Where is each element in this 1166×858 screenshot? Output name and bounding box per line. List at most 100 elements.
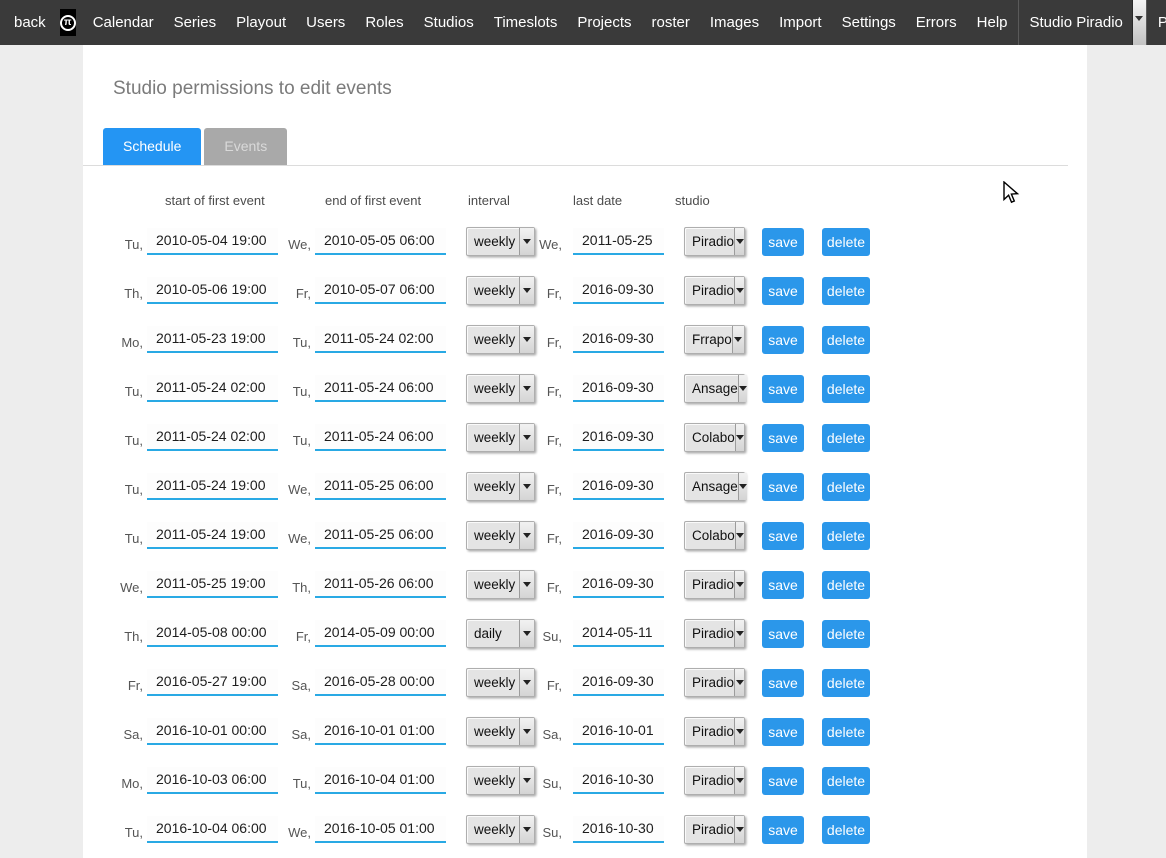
delete-button[interactable]: delete (822, 473, 870, 501)
end-datetime-input[interactable] (315, 620, 446, 647)
save-button[interactable]: save (762, 571, 804, 599)
save-button[interactable]: save (762, 816, 804, 844)
interval-select[interactable]: weekly (466, 276, 535, 305)
end-datetime-input[interactable] (315, 228, 446, 255)
start-datetime-input[interactable] (147, 277, 278, 304)
chevron-down-icon[interactable] (738, 375, 747, 402)
app-logo[interactable]: π (60, 9, 76, 36)
save-button[interactable]: save (762, 669, 804, 697)
last-date-input[interactable] (573, 620, 664, 647)
studio-select[interactable]: Piradio (684, 668, 745, 697)
start-datetime-input[interactable] (147, 228, 278, 255)
studio-select[interactable]: Colabo (684, 423, 745, 452)
end-datetime-input[interactable] (315, 326, 446, 353)
studio-select[interactable]: Piradio (684, 815, 745, 844)
studio-select[interactable]: Piradio (684, 766, 745, 795)
last-date-input[interactable] (573, 277, 664, 304)
last-date-input[interactable] (573, 522, 664, 549)
start-datetime-input[interactable] (147, 816, 278, 843)
delete-button[interactable]: delete (822, 522, 870, 550)
interval-select[interactable]: daily (466, 619, 535, 648)
interval-select[interactable]: weekly (466, 668, 535, 697)
delete-button[interactable]: delete (822, 277, 870, 305)
chevron-down-icon[interactable] (734, 277, 744, 304)
chevron-down-icon[interactable] (519, 767, 534, 794)
chevron-down-icon[interactable] (519, 816, 534, 843)
end-datetime-input[interactable] (315, 669, 446, 696)
last-date-input[interactable] (573, 375, 664, 402)
end-datetime-input[interactable] (315, 473, 446, 500)
save-button[interactable]: save (762, 718, 804, 746)
save-button[interactable]: save (762, 473, 804, 501)
start-datetime-input[interactable] (147, 718, 278, 745)
chevron-down-icon[interactable] (734, 228, 744, 255)
project-select-dropdown[interactable]: Project 88vier (1146, 0, 1166, 45)
start-datetime-input[interactable] (147, 473, 278, 500)
delete-button[interactable]: delete (822, 228, 870, 256)
chevron-down-icon[interactable] (735, 522, 744, 549)
end-datetime-input[interactable] (315, 718, 446, 745)
start-datetime-input[interactable] (147, 620, 278, 647)
chevron-down-icon[interactable] (519, 620, 534, 647)
start-datetime-input[interactable] (147, 522, 278, 549)
interval-select[interactable]: weekly (466, 766, 535, 795)
chevron-down-icon[interactable] (734, 816, 744, 843)
save-button[interactable]: save (762, 620, 804, 648)
nav-item-back[interactable]: back (0, 0, 57, 45)
interval-select[interactable]: weekly (466, 472, 535, 501)
chevron-down-icon[interactable] (519, 326, 534, 353)
studio-select[interactable]: Piradio (684, 276, 745, 305)
nav-item-calendar[interactable]: Calendar (83, 0, 164, 45)
nav-item-help[interactable]: Help (967, 0, 1018, 45)
interval-select[interactable]: weekly (466, 521, 535, 550)
interval-select[interactable]: weekly (466, 374, 535, 403)
chevron-down-icon[interactable] (735, 424, 744, 451)
nav-item-projects[interactable]: Projects (567, 0, 641, 45)
delete-button[interactable]: delete (822, 669, 870, 697)
last-date-input[interactable] (573, 228, 664, 255)
studio-select[interactable]: Piradio (684, 717, 745, 746)
studio-select[interactable]: Piradio (684, 227, 745, 256)
chevron-down-icon[interactable] (738, 473, 747, 500)
save-button[interactable]: save (762, 326, 804, 354)
last-date-input[interactable] (573, 669, 664, 696)
tab-events[interactable]: Events (204, 128, 287, 165)
last-date-input[interactable] (573, 424, 664, 451)
studio-select[interactable]: Frrapo (684, 325, 745, 354)
studio-select[interactable]: Piradio (684, 619, 745, 648)
end-datetime-input[interactable] (315, 816, 446, 843)
nav-item-users[interactable]: Users (296, 0, 355, 45)
start-datetime-input[interactable] (147, 326, 278, 353)
last-date-input[interactable] (573, 473, 664, 500)
start-datetime-input[interactable] (147, 767, 278, 794)
delete-button[interactable]: delete (822, 375, 870, 403)
save-button[interactable]: save (762, 424, 804, 452)
nav-item-timeslots[interactable]: Timeslots (484, 0, 568, 45)
last-date-input[interactable] (573, 571, 664, 598)
nav-item-images[interactable]: Images (700, 0, 769, 45)
end-datetime-input[interactable] (315, 522, 446, 549)
delete-button[interactable]: delete (822, 718, 870, 746)
delete-button[interactable]: delete (822, 424, 870, 452)
delete-button[interactable]: delete (822, 571, 870, 599)
studio-select[interactable]: Ansage (684, 374, 745, 403)
chevron-down-icon[interactable] (519, 375, 534, 402)
save-button[interactable]: save (762, 277, 804, 305)
nav-item-series[interactable]: Series (164, 0, 227, 45)
chevron-down-icon[interactable] (519, 228, 534, 255)
chevron-down-icon[interactable] (734, 669, 744, 696)
interval-select[interactable]: weekly (466, 717, 535, 746)
interval-select[interactable]: weekly (466, 227, 535, 256)
studio-select[interactable]: Colabo (684, 521, 745, 550)
last-date-input[interactable] (573, 326, 664, 353)
chevron-down-icon[interactable] (732, 326, 744, 353)
nav-item-import[interactable]: Import (769, 0, 832, 45)
start-datetime-input[interactable] (147, 375, 278, 402)
end-datetime-input[interactable] (315, 375, 446, 402)
chevron-down-icon[interactable] (519, 522, 534, 549)
studio-select[interactable]: Piradio (684, 570, 745, 599)
save-button[interactable]: save (762, 522, 804, 550)
last-date-input[interactable] (573, 767, 664, 794)
save-button[interactable]: save (762, 767, 804, 795)
last-date-input[interactable] (573, 816, 664, 843)
